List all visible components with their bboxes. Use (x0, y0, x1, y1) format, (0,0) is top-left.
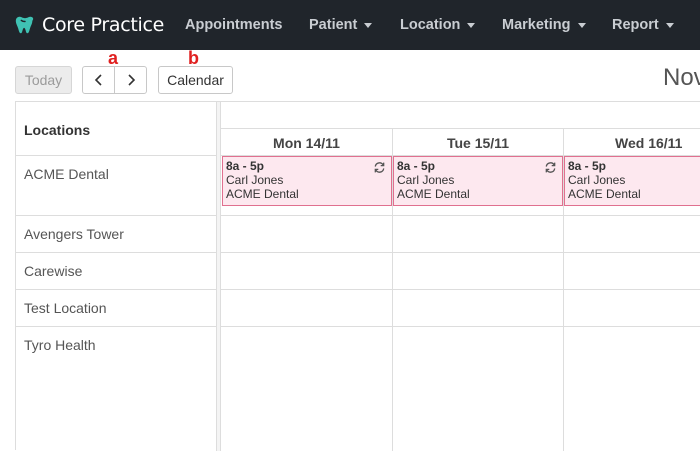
nav-marketing-label: Marketing (502, 17, 571, 33)
prev-button[interactable] (83, 67, 114, 93)
tooth-icon (15, 16, 34, 34)
event-time: 8a - 5p (568, 159, 607, 173)
location-row[interactable]: Test Location (16, 290, 217, 327)
location-row[interactable]: Carewise (16, 253, 217, 290)
schedule-grid: Locations ACME Dental Avengers Tower Car… (15, 101, 700, 451)
row-divider (221, 215, 700, 216)
event-person: Carl Jones (397, 173, 455, 187)
nav-patient-label: Patient (309, 17, 358, 33)
event-time: 8a - 5p (226, 159, 265, 173)
location-row[interactable]: Tyro Health (16, 327, 217, 451)
prev-next-group (82, 66, 147, 94)
caret-down-icon (467, 23, 476, 28)
row-divider (221, 289, 700, 290)
shift-event[interactable]: 8a - 5p Carl Jones ACME Dental (222, 156, 392, 206)
nav-appointments-label: Appointments (185, 17, 283, 33)
event-time: 8a - 5p (397, 159, 436, 173)
shift-event[interactable]: 8a - 5p Carl Jones ACME Dental (564, 156, 700, 206)
calendar-title: Nov (663, 64, 700, 91)
annotation-b: b (188, 48, 199, 68)
locations-column: Locations ACME Dental Avengers Tower Car… (16, 102, 217, 451)
shift-event[interactable]: 8a - 5p Carl Jones ACME Dental (393, 156, 563, 206)
day-header: Tue 15/11 (393, 129, 564, 156)
caret-down-icon (364, 23, 373, 28)
day-header: Mon 14/11 (221, 129, 393, 156)
nav-patient[interactable]: Patient (309, 17, 373, 33)
location-row[interactable]: Avengers Tower (16, 216, 217, 253)
row-divider (221, 326, 700, 327)
sync-icon (545, 162, 556, 173)
row-divider (221, 252, 700, 253)
event-location: ACME Dental (226, 187, 299, 201)
caret-down-icon (577, 23, 586, 28)
event-location: ACME Dental (568, 187, 641, 201)
today-button[interactable]: Today (15, 66, 72, 94)
chevron-right-icon (128, 74, 135, 86)
nav-report-label: Report (612, 17, 659, 33)
chevron-left-icon (94, 74, 102, 86)
locations-header: Locations (16, 102, 217, 156)
event-person: Carl Jones (226, 173, 284, 187)
day-header-band (221, 102, 700, 129)
location-row[interactable]: ACME Dental (16, 156, 217, 216)
nav-report[interactable]: Report (612, 17, 674, 33)
nav-marketing[interactable]: Marketing (502, 17, 586, 33)
annotation-a: a (108, 48, 119, 68)
top-navbar: Core Practice Appointments Patient Locat… (0, 0, 700, 50)
day-header: Wed 16/11 (564, 129, 700, 156)
day-columns: Mon 14/11 Tue 15/11 Wed 16/11 8a - 5p Ca… (221, 102, 700, 451)
caret-down-icon (665, 23, 674, 28)
nav-location-label: Location (400, 17, 461, 33)
event-location: ACME Dental (397, 187, 470, 201)
brand-name: Core Practice (42, 14, 165, 36)
next-button[interactable] (114, 67, 146, 93)
brand[interactable]: Core Practice (0, 14, 170, 36)
calendar-button[interactable]: Calendar (158, 66, 233, 94)
nav-appointments[interactable]: Appointments (185, 17, 282, 33)
nav-location[interactable]: Location (400, 17, 476, 33)
sync-icon (374, 162, 385, 173)
event-person: Carl Jones (568, 173, 626, 187)
